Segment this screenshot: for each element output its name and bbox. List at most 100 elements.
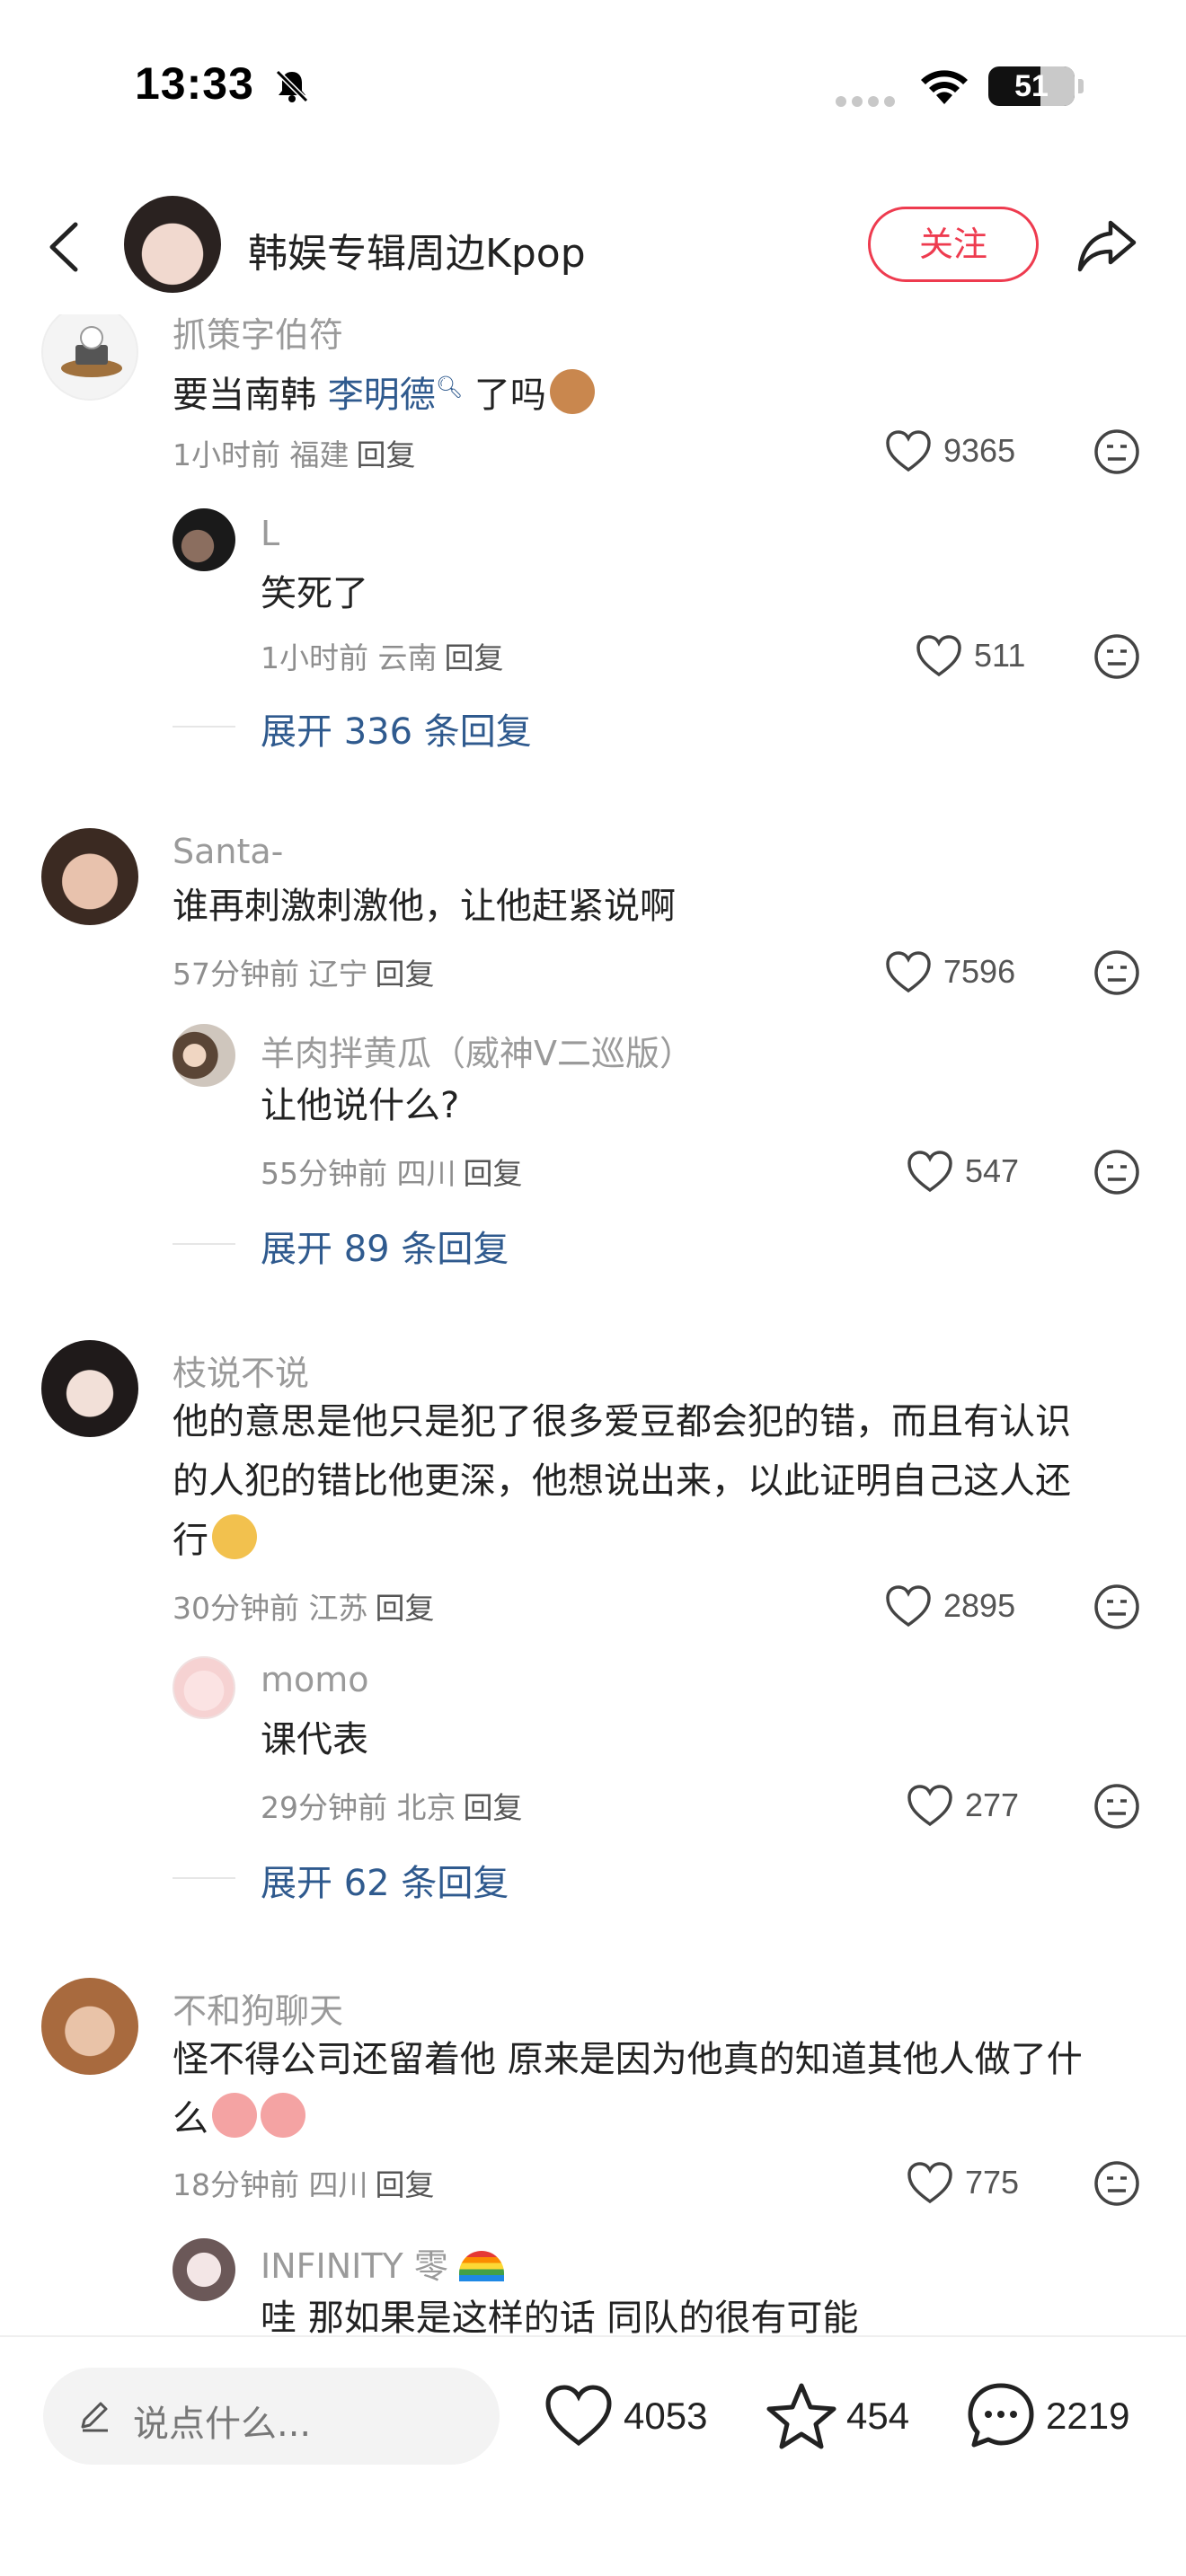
like-button[interactable]: 775 [906,2156,1019,2210]
like-button[interactable]: 2895 [884,1579,1015,1633]
header: 韩娱专辑周边Kpop 关注 [0,180,1186,314]
comment-meta: 18分钟前 四川 回复 [173,2161,434,2204]
author-name[interactable]: 韩娱专辑周边Kpop [248,221,586,278]
expand-replies-link[interactable]: 展开 89 条回复 [261,1220,509,1272]
crying-emoji-icon [261,2093,305,2138]
comment-list[interactable]: 抓策字伯符 要当南韩 李明德🔍︎ 了吗 1小时前 福建 回复 9365 L 笑死了… [0,314,1186,2335]
dislike-face-icon[interactable] [1093,1148,1141,1196]
like-button[interactable]: 9365 [884,424,1015,478]
battery-icon: 51 [988,66,1075,106]
reply-text: 课代表 [261,1719,368,1760]
like-count: 277 [965,1786,1020,1823]
comment-avatar[interactable] [41,1340,138,1437]
favorite-post-button[interactable]: 454 [766,2378,909,2454]
comment-time-location: 1小时前 福建 [173,437,350,472]
dislike-face-icon[interactable] [1093,428,1141,476]
status-time: 13:33 [135,58,254,109]
reply-username[interactable]: L [261,514,279,553]
dislike-face-icon[interactable] [1093,632,1141,681]
like-button[interactable]: 547 [906,1144,1019,1198]
dislike-face-icon[interactable] [1093,948,1141,997]
comment-avatar[interactable] [41,1978,138,2075]
expand-divider [173,1243,235,1245]
comment-text: 要当南韩 李明德🔍︎ 了吗 [173,357,595,425]
follow-button[interactable]: 关注 [868,207,1039,282]
like-button[interactable]: 277 [906,1778,1019,1832]
rainbow-emoji-icon [458,2251,504,2281]
comment-input-placeholder: 说点什么... [133,2404,312,2445]
reply-button[interactable]: 回复 [375,2167,434,2202]
author-avatar[interactable] [124,196,221,293]
expand-divider [173,726,235,728]
like-button[interactable]: 511 [915,629,1025,683]
cellular-signal-icon [836,93,900,110]
comment-text: 怪不得公司还留着他 原来是因为他真的知道其他人做了什 [173,2039,1083,2080]
heart-icon [886,430,931,472]
pencil-icon [81,2402,108,2432]
reply-avatar[interactable] [173,1656,235,1719]
expand-divider [173,1877,235,1879]
heart-icon [907,1785,952,1827]
comment-avatar[interactable] [41,828,138,925]
reply-button[interactable]: 回复 [375,1591,434,1626]
comment-avatar[interactable] [41,314,138,401]
reply-username-text: INFINITY 零 [261,2246,448,2286]
dislike-face-icon[interactable] [1093,1782,1141,1831]
reply-username[interactable]: momo [261,1660,369,1699]
reply-button[interactable]: 回复 [463,1156,522,1191]
cat-emoji-icon [549,369,595,414]
reply-button[interactable]: 回复 [357,437,416,472]
reply-avatar[interactable] [173,508,235,571]
comment-text: 谁再刺激刺激他，让他赶紧说啊 [173,886,676,927]
comment-bubble-icon [968,2383,1034,2448]
comment-time-location: 57分钟前 辽宁 [173,957,368,992]
battery-level: 51 [1014,69,1049,103]
reply-username[interactable]: 羊肉拌黄瓜（威神Ⅴ二巡版） [261,1026,694,1075]
comment-meta: 1小时前 福建 回复 [173,431,416,474]
like-post-button[interactable]: 4053 [543,2378,707,2454]
reply-meta: 55分钟前 四川 回复 [261,1150,522,1193]
comment-time-location: 30分钟前 江苏 [173,1591,368,1626]
bottom-action-bar: 说点什么... 4053 454 2219 [0,2335,1186,2576]
heart-icon [907,2162,952,2204]
like-button[interactable]: 7596 [884,945,1015,999]
reply-button[interactable]: 回复 [375,957,434,992]
heart-icon [545,2385,612,2447]
share-icon[interactable] [1075,216,1139,275]
comment-text: 他的意思是他只是犯了很多爱豆都会犯的错，而且有认识 [173,1401,1071,1442]
comment-username[interactable]: Santa- [173,832,283,871]
reply-username[interactable]: INFINITY 零 [261,2238,504,2288]
comment-username[interactable]: 枝说不说 [173,1345,309,1395]
like-count: 547 [965,1152,1020,1189]
expand-replies-link[interactable]: 展开 62 条回复 [261,1854,509,1906]
comment-time-location: 18分钟前 四川 [173,2167,368,2202]
search-icon: 🔍︎ [435,375,464,400]
crying-emoji-icon [212,2093,257,2138]
comment-meta: 57分钟前 辽宁 回复 [173,950,434,993]
comment-username[interactable]: 不和狗聊天 [173,1983,343,2033]
reply-button[interactable]: 回复 [463,1790,522,1825]
dislike-face-icon[interactable] [1093,1583,1141,1631]
heart-icon [886,951,931,993]
dislike-face-icon[interactable] [1093,2159,1141,2208]
comment-username[interactable]: 抓策字伯符 [173,314,343,357]
comments-button[interactable]: 2219 [965,2378,1129,2454]
comment-text-part: 要当南韩 [173,375,328,416]
heart-icon [907,1151,952,1193]
comment-text: 的人犯的错比他更深，他想说出来，以此证明自己这人还 [173,1460,1071,1502]
heart-icon [886,1585,931,1628]
expand-replies-link[interactable]: 展开 336 条回复 [261,702,532,754]
comment-input[interactable]: 说点什么... [43,2368,500,2465]
comment-text: 行 [173,1511,257,1570]
reply-time-location: 1小时前 云南 [261,640,438,675]
reply-meta: 1小时前 云南 回复 [261,634,504,677]
comment-meta: 30分钟前 江苏 回复 [173,1584,434,1628]
mention-link[interactable]: 李明德 [328,375,436,416]
reply-text: 让他说什么? [261,1085,460,1126]
back-arrow-icon[interactable] [40,217,93,277]
like-count: 775 [965,2164,1020,2201]
reply-button[interactable]: 回复 [445,640,504,675]
reply-avatar[interactable] [173,1024,235,1087]
reply-text: 笑死了 [261,573,368,614]
reply-avatar[interactable] [173,2238,235,2301]
